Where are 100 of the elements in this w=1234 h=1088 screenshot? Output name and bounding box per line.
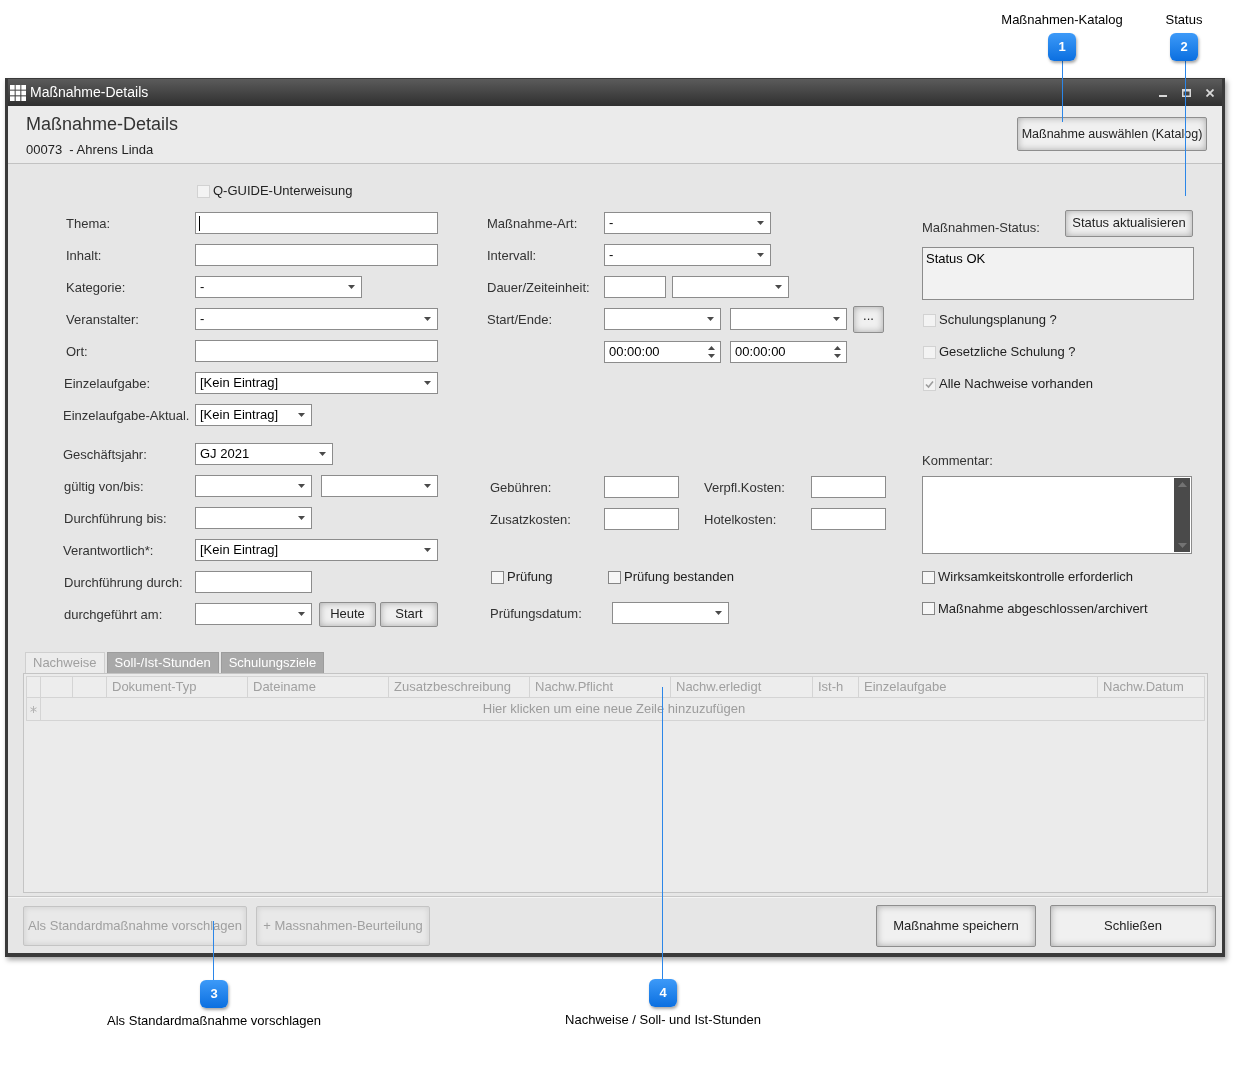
checkbox[interactable] <box>608 570 621 584</box>
caret-icon[interactable] <box>319 452 326 456</box>
time-field[interactable]: 00:00:00 <box>604 340 721 363</box>
field-label: Inhalt: <box>66 248 102 263</box>
field-label: Start/Ende: <box>487 312 553 327</box>
caret-icon[interactable] <box>298 516 305 520</box>
text-field[interactable] <box>195 212 438 234</box>
dropdown[interactable]: [Kein Eintrag] <box>195 539 438 561</box>
callout-number: 2 <box>1170 33 1198 61</box>
checkbox-label: Prüfung bestanden <box>624 568 734 587</box>
caret-icon[interactable] <box>424 381 431 385</box>
field-label: Ort: <box>66 344 88 359</box>
text-field[interactable] <box>811 508 886 530</box>
checkbox-label: Gesetzliche Schulung ? <box>939 343 1076 362</box>
save-button[interactable]: Maßnahme speichern <box>876 904 1036 947</box>
caret-icon[interactable] <box>348 285 355 289</box>
refresh-status-button[interactable]: Status aktualisieren <box>1065 209 1193 237</box>
caret-icon[interactable] <box>707 317 714 321</box>
dropdown[interactable]: [Kein Eintrag] <box>195 404 312 426</box>
dropdown[interactable]: - <box>195 308 438 330</box>
callout-label: Nachweise / Soll- und Ist-Stunden <box>565 1012 761 1028</box>
checkbox-label: Alle Nachweise vorhanden <box>939 375 1093 394</box>
field-label: Durchführung durch: <box>64 575 183 590</box>
caret-icon[interactable] <box>833 317 840 321</box>
grid-icon <box>10 84 26 101</box>
dialog-title: Maßnahme-Details <box>26 113 179 136</box>
more-button[interactable]: ... <box>853 305 884 333</box>
checkbox-label: Maßnahme abgeschlossen/archivert <box>938 599 1148 618</box>
text-field[interactable] <box>604 276 666 298</box>
field-label: Einzelaufgabe: <box>64 376 150 391</box>
close-dialog-button[interactable]: Schließen <box>1050 904 1216 947</box>
text-field[interactable] <box>604 508 679 530</box>
caret-icon[interactable] <box>298 612 305 616</box>
callout-label: Maßnahmen-Katalog <box>1001 12 1123 28</box>
scroll-down-icon[interactable] <box>1177 543 1187 548</box>
dropdown[interactable]: - <box>604 212 771 234</box>
dropdown[interactable]: [Kein Eintrag] <box>195 372 438 394</box>
comment-field[interactable] <box>922 476 1192 554</box>
callout-number: 3 <box>200 980 228 1008</box>
field-label: Zusatzkosten: <box>490 512 571 527</box>
text-field[interactable] <box>195 571 312 593</box>
leader-line <box>1062 61 1063 122</box>
record-info: 00073 - Ahrens Linda <box>26 142 155 158</box>
spinner-icon[interactable] <box>834 345 841 358</box>
field-label: Einzelaufgabe-Aktual. <box>63 408 190 423</box>
callout-number: 4 <box>649 979 677 1007</box>
today-button[interactable]: Heute <box>319 601 376 627</box>
field-label: Kategorie: <box>66 280 126 295</box>
caret-icon[interactable] <box>715 611 722 615</box>
caret-icon[interactable] <box>424 548 431 552</box>
checkbox-label: Wirksamkeitskontrolle erforderlich <box>938 568 1134 587</box>
caret-icon[interactable] <box>298 484 305 488</box>
callout-label: Als Standardmaßnahme vorschlagen <box>107 1013 321 1029</box>
start-button[interactable]: Start <box>380 601 438 627</box>
field-label: Intervall: <box>487 248 537 263</box>
field-label: Veranstalter: <box>66 312 139 327</box>
field-label: Verantwortlich*: <box>63 543 154 558</box>
field-label: Kommentar: <box>922 453 993 469</box>
field-label: Maßnahme-Art: <box>487 216 578 231</box>
dropdown[interactable]: GJ 2021 <box>195 443 333 465</box>
leader-line <box>213 921 214 980</box>
checkbox-label: Schulungsplanung ? <box>939 311 1057 330</box>
status-field: Status OK <box>922 247 1194 300</box>
field-label: Maßnahmen-Status: <box>922 218 1040 237</box>
caret-icon[interactable] <box>424 484 431 488</box>
field-label: durchgeführt am: <box>64 607 163 622</box>
field-label: Geschäftsjahr: <box>63 447 147 462</box>
scroll-up-icon[interactable] <box>1177 482 1187 487</box>
caret-icon[interactable] <box>757 221 764 225</box>
checkbox[interactable] <box>922 602 935 615</box>
spinner-icon[interactable] <box>708 345 715 358</box>
callout-number: 1 <box>1048 33 1076 61</box>
field-label: Prüfungsdatum: <box>490 606 582 621</box>
caret-icon[interactable] <box>757 253 764 257</box>
checkbox-label: Q-GUIDE-Unterweisung <box>213 182 353 201</box>
caret-icon[interactable] <box>424 317 431 321</box>
field-label: Verpfl.Kosten: <box>704 480 785 495</box>
text-field[interactable] <box>195 244 438 266</box>
text-cursor <box>199 215 200 231</box>
window-title: Maßnahme-Details <box>30 83 149 102</box>
checkbox-label: Prüfung <box>507 568 553 587</box>
checkbox[interactable] <box>922 570 935 584</box>
checkbox[interactable] <box>491 570 504 584</box>
field-label: gültig von/bis: <box>64 479 144 494</box>
new-row-icon <box>30 705 37 713</box>
text-field[interactable] <box>195 340 438 362</box>
field-label: Thema: <box>66 216 111 231</box>
field-label: Durchführung bis: <box>64 511 167 526</box>
dropdown[interactable]: - <box>604 244 771 266</box>
dropdown[interactable]: - <box>195 276 362 298</box>
scrollbar[interactable] <box>1174 478 1190 552</box>
time-field[interactable]: 00:00:00 <box>730 340 847 363</box>
text-field[interactable] <box>811 476 886 498</box>
close-icon[interactable] <box>1206 88 1214 97</box>
caret-icon[interactable] <box>775 285 782 289</box>
caret-icon[interactable] <box>298 413 305 417</box>
field-label: Gebühren: <box>490 480 552 495</box>
callout-label: Status <box>1165 12 1203 28</box>
maximize-icon[interactable] <box>1182 88 1191 97</box>
text-field[interactable] <box>604 476 679 498</box>
